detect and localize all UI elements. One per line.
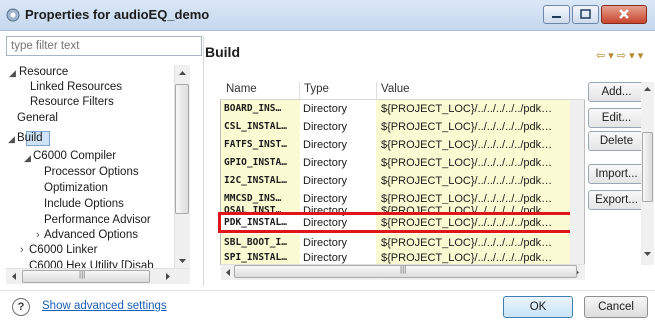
row-value: ${PROJECT_LOC}/../../../../../pdk… (381, 103, 553, 115)
row-value: ${PROJECT_LOC}/../../../../../pdk… (381, 252, 553, 264)
tree-item-c6000-linker[interactable]: C6000 Linker (29, 243, 97, 258)
window-title: Properties for audioEQ_demo (25, 7, 210, 22)
expand-twisty-icon[interactable]: ◢ (9, 68, 16, 79)
column-header-name[interactable]: Name (226, 83, 257, 95)
import-button[interactable]: Import... (588, 164, 645, 184)
table-row[interactable]: GPIO_INSTA… Directory ${PROJECT_LOC}/../… (221, 154, 570, 172)
row-type: Directory (303, 121, 348, 133)
column-header-type[interactable]: Type (304, 83, 329, 95)
expand-twisty-icon[interactable]: ◢ (24, 153, 31, 164)
table-vertical-scrollbar[interactable] (570, 100, 584, 264)
tree-vertical-scroll-thumb[interactable] (175, 84, 189, 214)
tree-item-advanced-options[interactable]: Advanced Options (44, 228, 138, 243)
row-type: Directory (303, 175, 348, 187)
row-value: ${PROJECT_LOC}/../../../../../pdk… (381, 157, 553, 169)
row-value: ${PROJECT_LOC}/../../../../../pdk… (381, 139, 553, 151)
page-title: Build (205, 44, 240, 60)
tree-item-include-options[interactable]: Include Options (44, 197, 124, 212)
tree-item-c6000-hex-utility[interactable]: C6000 Hex Utility [Disab (29, 259, 154, 268)
ok-button[interactable]: OK (503, 296, 573, 318)
row-value: ${PROJECT_LOC}/../../../../../pdk… (381, 121, 553, 133)
tree-item-linked-resources[interactable]: Linked Resources (30, 80, 122, 95)
highlight-box (218, 212, 574, 233)
row-name: CSL_INSTAL… (224, 121, 287, 132)
expand-twisty-icon[interactable]: ◢ (8, 134, 15, 145)
column-header-value[interactable]: Value (381, 83, 410, 95)
add-button[interactable]: Add... (588, 82, 645, 102)
table-row[interactable]: BOARD_INS… Directory ${PROJECT_LOC}/../.… (221, 100, 570, 118)
delete-button[interactable]: Delete (588, 131, 645, 151)
row-name: GPIO_INSTA… (224, 157, 287, 168)
collapse-twisty-icon[interactable]: › (20, 244, 24, 256)
row-type: Directory (303, 157, 348, 169)
table-row[interactable]: CSL_INSTAL… Directory ${PROJECT_LOC}/../… (221, 118, 570, 136)
tree-item-build[interactable]: Build (17, 131, 43, 146)
export-button[interactable]: Export... (588, 190, 645, 210)
show-advanced-settings-link[interactable]: Show advanced settings (42, 300, 167, 312)
edit-button[interactable]: Edit... (588, 108, 645, 128)
tree-item-general[interactable]: General (17, 111, 58, 126)
tree-item-c6000-compiler[interactable]: C6000 Compiler (33, 149, 116, 164)
page-vertical-scroll-thumb[interactable] (642, 132, 653, 202)
grip-icon: ||| (79, 270, 86, 279)
tree-item-processor-options[interactable]: Processor Options (44, 165, 139, 180)
panel-sash[interactable] (203, 36, 204, 286)
grip-icon: ||| (400, 265, 407, 274)
column-divider[interactable] (376, 82, 377, 100)
close-button[interactable] (601, 5, 647, 24)
cancel-button[interactable]: Cancel (584, 296, 648, 318)
row-name: BOARD_INS… (224, 103, 282, 114)
property-tree[interactable]: ◢ Resource Linked Resources Resource Fil… (6, 65, 190, 268)
table-row[interactable]: SPI_INSTAL… Directory ${PROJECT_LOC}/../… (221, 250, 570, 264)
help-icon[interactable]: ? (12, 298, 30, 316)
row-type: Directory (303, 139, 348, 151)
collapse-twisty-icon[interactable]: › (36, 229, 40, 241)
minimize-button[interactable] (543, 5, 570, 24)
row-name: SPI_INSTAL… (224, 252, 287, 263)
table-row[interactable]: FATFS_INST… Directory ${PROJECT_LOC}/../… (221, 136, 570, 154)
table-row[interactable]: I2C_INSTAL… Directory ${PROJECT_LOC}/../… (221, 172, 570, 190)
row-type: Directory (303, 103, 348, 115)
tree-item-optimization[interactable]: Optimization (44, 181, 108, 196)
table-horizontal-scroll-thumb[interactable]: ||| (234, 265, 577, 278)
tree-item-resource[interactable]: Resource (19, 65, 68, 80)
column-divider[interactable] (299, 82, 300, 100)
footer-divider (0, 290, 655, 291)
tree-item-performance-advisor[interactable]: Performance Advisor (44, 213, 151, 228)
maximize-button[interactable] (572, 5, 599, 24)
filter-input[interactable] (6, 36, 202, 56)
tree-horizontal-scroll-thumb[interactable]: ||| (22, 270, 150, 283)
row-name: I2C_INSTAL… (224, 175, 287, 186)
properties-icon (5, 7, 21, 23)
row-type: Directory (303, 252, 348, 264)
tree-item-resource-filters[interactable]: Resource Filters (30, 95, 114, 110)
history-nav-arrows-icon[interactable]: ⇦ ▾ ⇨ ▾ ▾ (596, 49, 643, 62)
row-name: FATFS_INST… (224, 139, 287, 150)
row-value: ${PROJECT_LOC}/../../../../../pdk… (381, 175, 553, 187)
